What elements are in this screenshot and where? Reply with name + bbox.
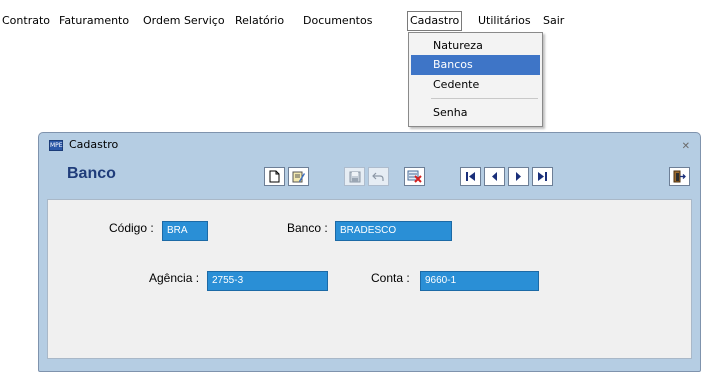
menu-documentos[interactable]: Documentos (303, 12, 372, 30)
menu-relatorio[interactable]: Relatório (235, 12, 284, 30)
conta-field[interactable]: 9660-1 (420, 271, 539, 291)
menu-contrato[interactable]: Contrato (2, 12, 50, 30)
cadastro-dropdown: Natureza Bancos Cedente Senha (408, 32, 543, 127)
codigo-label: Código : (109, 221, 154, 235)
previous-record-icon[interactable] (484, 167, 505, 186)
dropdown-item-senha[interactable]: Senha (411, 103, 540, 123)
first-record-icon[interactable] (460, 167, 481, 186)
agencia-field[interactable]: 2755-3 (207, 271, 328, 291)
page-title: Banco (67, 165, 116, 182)
agencia-label: Agência : (149, 271, 200, 285)
form-panel: Código : BRA Banco : BRADESCO Agência : … (47, 199, 692, 359)
conta-label: Conta : (371, 271, 410, 285)
edit-icon[interactable] (288, 167, 309, 186)
dropdown-item-natureza[interactable]: Natureza (411, 36, 540, 56)
menu-bar: Contrato Faturamento Ordem Serviço Relat… (0, 11, 704, 32)
menu-cadastro[interactable]: Cadastro (407, 11, 463, 31)
menu-faturamento[interactable]: Faturamento (59, 12, 129, 30)
menu-utilitarios[interactable]: Utilitários (478, 12, 531, 30)
close-icon[interactable]: ✕ (682, 141, 690, 152)
banco-label: Banco : (287, 221, 328, 235)
last-record-icon[interactable] (532, 167, 553, 186)
delete-icon[interactable] (404, 167, 425, 186)
menu-sair[interactable]: Sair (543, 12, 564, 30)
window-titlebar[interactable]: MPE Cadastro ✕ (39, 133, 700, 157)
undo-icon[interactable] (368, 167, 389, 186)
new-document-icon[interactable] (264, 167, 285, 186)
banco-field[interactable]: BRADESCO (335, 221, 452, 241)
next-record-icon[interactable] (508, 167, 529, 186)
codigo-field[interactable]: BRA (162, 221, 208, 241)
exit-icon[interactable] (669, 167, 690, 186)
dropdown-separator (431, 98, 538, 99)
save-icon[interactable] (344, 167, 365, 186)
dropdown-item-bancos[interactable]: Bancos (411, 55, 540, 75)
app-icon: MPE (49, 140, 63, 151)
cadastro-window: MPE Cadastro ✕ Banco Código : BRA Banco … (38, 132, 701, 372)
window-title: Cadastro (69, 138, 119, 151)
menu-ordem-servico[interactable]: Ordem Serviço (143, 12, 225, 30)
dropdown-item-cedente[interactable]: Cedente (411, 75, 540, 95)
